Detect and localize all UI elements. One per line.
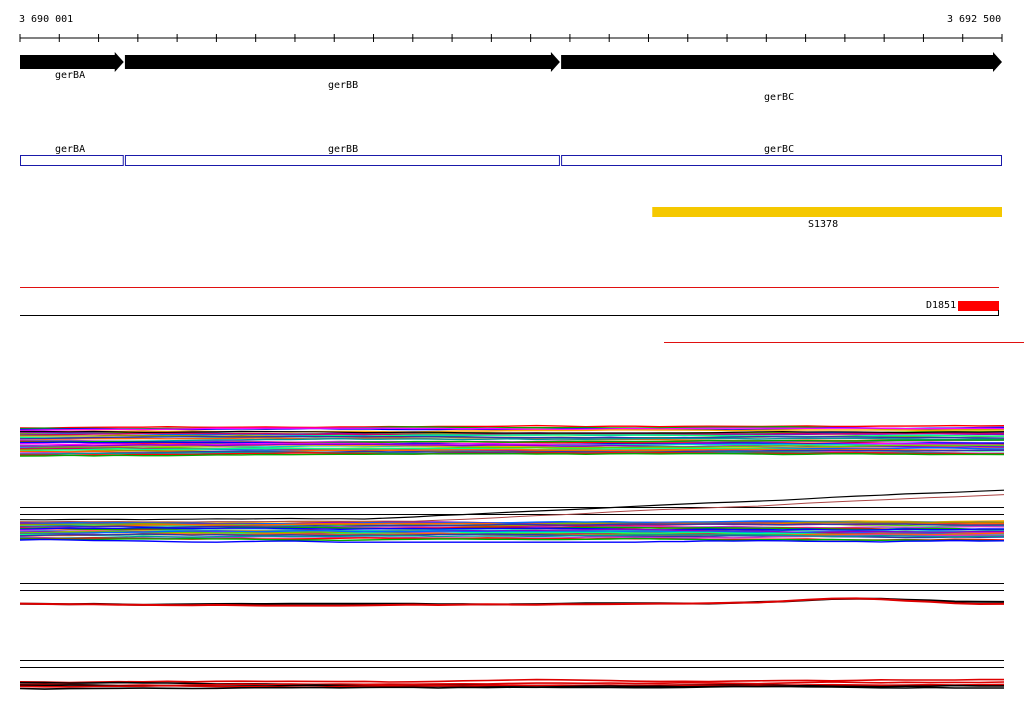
feature-track: [652, 207, 1002, 217]
expression-bundle-4: [19, 660, 1005, 690]
signal-bar-D1851: [958, 301, 999, 311]
gene-label-gerBA[interactable]: gerBA: [55, 70, 85, 82]
gene-arrow-gerBB[interactable]: [124, 52, 560, 72]
ruler-start-label: 3 690 001: [19, 14, 74, 25]
model-label-gerBA[interactable]: gerBA: [55, 144, 85, 156]
expression-bundle-3: [19, 583, 1005, 607]
coordinate-ruler: [19, 34, 1003, 42]
model-label-gerBC[interactable]: gerBC: [764, 144, 794, 156]
gene-model-box-gerBC[interactable]: [561, 155, 1002, 166]
expression-trace-rising: [19, 489, 1005, 521]
genome-browser-viewer: [19, 34, 1024, 690]
gene-label-gerBB[interactable]: gerBB: [328, 80, 358, 92]
gene-arrow-gerBC[interactable]: [561, 52, 1002, 72]
expression-bundle-2: [19, 489, 1005, 543]
expression-trace: [19, 537, 1005, 542]
expression-trace-rising: [20, 494, 1005, 523]
expression-bundle-1: [19, 424, 1005, 457]
expression-profiles: [19, 424, 1005, 690]
feature-label-S1378[interactable]: S1378: [808, 219, 838, 231]
signal-label-D1851[interactable]: D1851: [926, 300, 956, 312]
gene-model-track: [20, 155, 1002, 166]
ruler-end-label: 3 692 500: [947, 14, 1002, 25]
gene-label-gerBC[interactable]: gerBC: [764, 92, 794, 104]
signal-track: [20, 287, 1024, 343]
model-label-gerBB[interactable]: gerBB: [328, 144, 358, 156]
gene-model-box-gerBB[interactable]: [124, 155, 560, 166]
gene-track: [20, 52, 1002, 72]
gene-model-box-gerBA[interactable]: [20, 155, 124, 166]
feature-bar-S1378[interactable]: [652, 207, 1002, 217]
gene-arrow-gerBA[interactable]: [20, 52, 124, 72]
